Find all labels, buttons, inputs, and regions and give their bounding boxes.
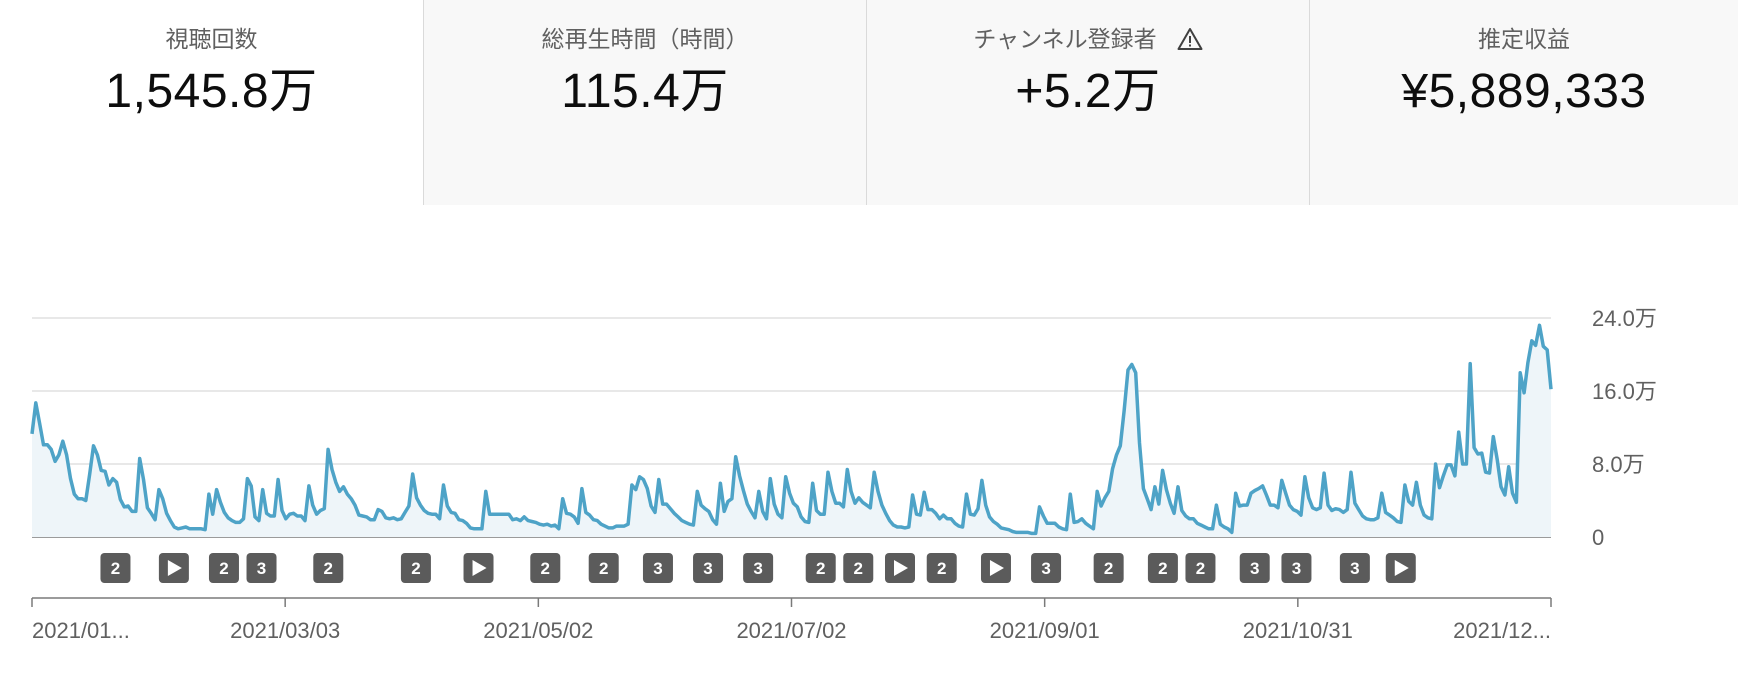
video-upload-marker [980,553,1011,583]
marker-count: 3 [1292,559,1301,578]
upload-count-marker: 2 [400,553,431,583]
metric-card-views[interactable]: 視聴回数 1,545.8万 [0,0,424,205]
upload-count-marker: 2 [530,553,561,583]
marker-count: 2 [324,559,333,578]
marker-count: 3 [1350,559,1359,578]
upload-count-marker: 3 [642,553,673,583]
marker-count: 2 [411,559,420,578]
marker-count: 3 [653,559,662,578]
marker-count: 3 [1250,559,1259,578]
marker-count: 2 [854,559,863,578]
x-tick-label: 2021/01... [32,618,130,643]
upload-count-marker: 3 [693,553,724,583]
marker-count: 2 [1196,559,1205,578]
chart-y-axis: 24.0万 16.0万 8.0万 0 [1592,306,1657,550]
marker-count: 2 [111,559,120,578]
upload-count-marker: 2 [1185,553,1216,583]
metric-value: ¥5,889,333 [1401,65,1647,118]
marker-count: 2 [937,559,946,578]
x-tick-label: 2021/03/03 [230,618,340,643]
upload-count-marker: 2 [1093,553,1124,583]
metric-value: +5.2万 [1015,65,1161,118]
upload-count-marker: 2 [843,553,874,583]
upload-count-marker: 3 [1339,553,1370,583]
y-tick-label: 8.0万 [1592,452,1645,477]
marker-count: 2 [816,559,825,578]
metric-card-watch-time[interactable]: 総再生時間（時間） 115.4万 [424,0,867,205]
metric-card-subscribers[interactable]: チャンネル登録者 +5.2万 [867,0,1310,205]
marker-count: 2 [599,559,608,578]
video-upload-marker [885,553,915,583]
metric-card-revenue[interactable]: 推定収益 ¥5,889,333 [1310,0,1738,205]
video-upload-marker [463,553,494,583]
upload-count-marker: 3 [1031,553,1062,583]
x-tick-label: 2021/09/01 [990,618,1100,643]
views-chart[interactable]: 24.0万 16.0万 8.0万 0 2 2 3 2 2 2 2 3 3 3 2 2 2 3 2 2 2 3 3 3 202… [0,205,1738,682]
metric-value: 115.4万 [561,65,729,118]
upload-count-marker: 3 [246,553,277,583]
chart-event-markers: 2 2 3 2 2 2 2 3 3 3 2 2 2 3 2 2 2 3 3 3 [100,553,1416,583]
metric-label: チャンネル登録者 [973,26,1157,52]
upload-count-marker: 2 [1147,553,1178,583]
marker-count: 3 [1041,559,1050,578]
marker-count: 2 [1104,559,1113,578]
marker-count: 2 [541,559,550,578]
upload-count-marker: 2 [100,553,131,583]
metric-label: 総再生時間（時間） [541,26,749,52]
metric-label-row: チャンネル登録者 [867,24,1309,54]
marker-count: 3 [257,559,266,578]
x-tick-label: 2021/12... [1453,618,1551,643]
marker-count: 3 [703,559,712,578]
upload-count-marker: 2 [208,553,239,583]
marker-count: 3 [753,559,762,578]
upload-count-marker: 3 [1239,553,1270,583]
video-upload-marker [1385,553,1416,583]
x-tick-label: 2021/07/02 [736,618,846,643]
y-tick-label: 16.0万 [1592,379,1657,404]
x-tick-label: 2021/10/31 [1243,618,1353,643]
upload-count-marker: 2 [588,553,619,583]
metric-label: 視聴回数 [165,26,258,52]
upload-count-marker: 3 [743,553,774,583]
upload-count-marker: 3 [1281,553,1312,583]
metric-cards: 視聴回数 1,545.8万 総再生時間（時間） 115.4万 チャンネル登録者 … [0,0,1738,205]
video-upload-marker [158,553,189,583]
metric-label: 推定収益 [1478,26,1570,52]
y-tick-label: 0 [1592,525,1604,550]
x-tick-label: 2021/05/02 [483,618,593,643]
y-tick-label: 24.0万 [1592,306,1657,331]
metric-value: 1,545.8万 [105,65,318,118]
upload-count-marker: 2 [313,553,344,583]
marker-count: 2 [1158,559,1167,578]
warning-icon[interactable] [1177,27,1203,51]
chart-x-axis: 2021/01... 2021/03/03 2021/05/02 2021/07/02… [31,597,1552,643]
upload-count-marker: 2 [805,553,836,583]
marker-count: 2 [219,559,228,578]
upload-count-marker: 2 [926,553,957,583]
